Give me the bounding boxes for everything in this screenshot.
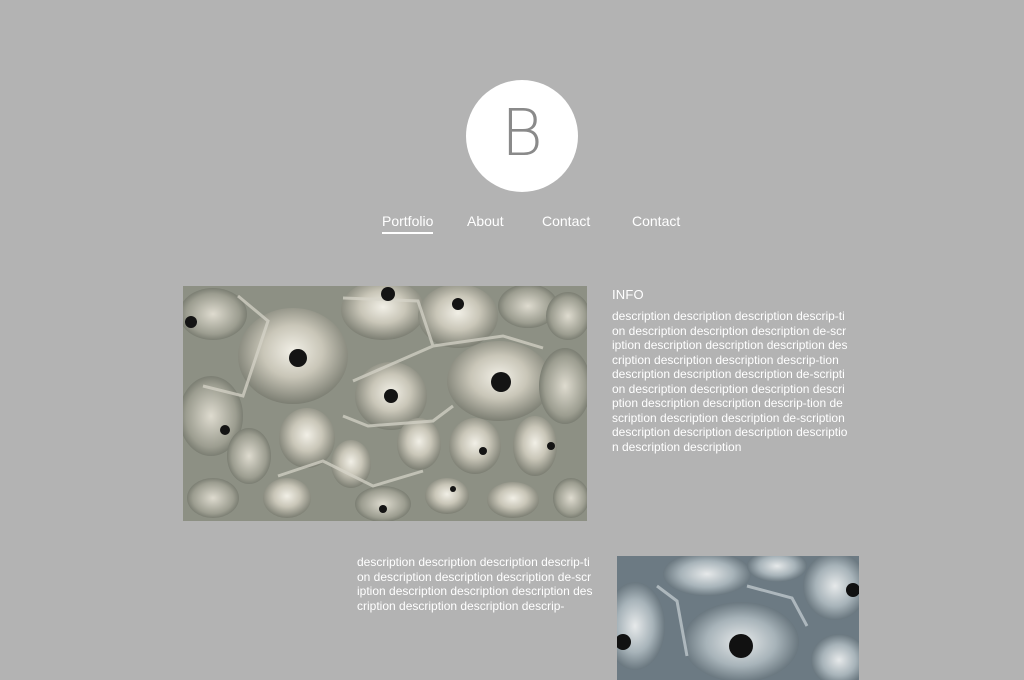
secondary-description: description description description desc… — [357, 555, 593, 613]
logo-circle[interactable]: B — [466, 80, 578, 192]
nav-contact-2[interactable]: Contact — [632, 213, 680, 234]
main-nav: Portfolio About Contact Contact — [0, 213, 1024, 239]
cellular-ceiling-image-blue — [617, 556, 859, 680]
nav-about[interactable]: About — [467, 213, 504, 234]
info-title: INFO — [612, 287, 644, 302]
logo-letter: B — [501, 97, 543, 171]
nav-contact[interactable]: Contact — [542, 213, 590, 234]
info-description: description description description desc… — [612, 309, 848, 454]
cellular-ceiling-photo[interactable] — [183, 286, 587, 521]
nav-portfolio[interactable]: Portfolio — [382, 213, 434, 234]
cellular-ceiling-photo-blue[interactable] — [617, 556, 859, 680]
page: B Portfolio About Contact Contact INFO d… — [0, 0, 1024, 680]
cellular-ceiling-image — [183, 286, 587, 521]
